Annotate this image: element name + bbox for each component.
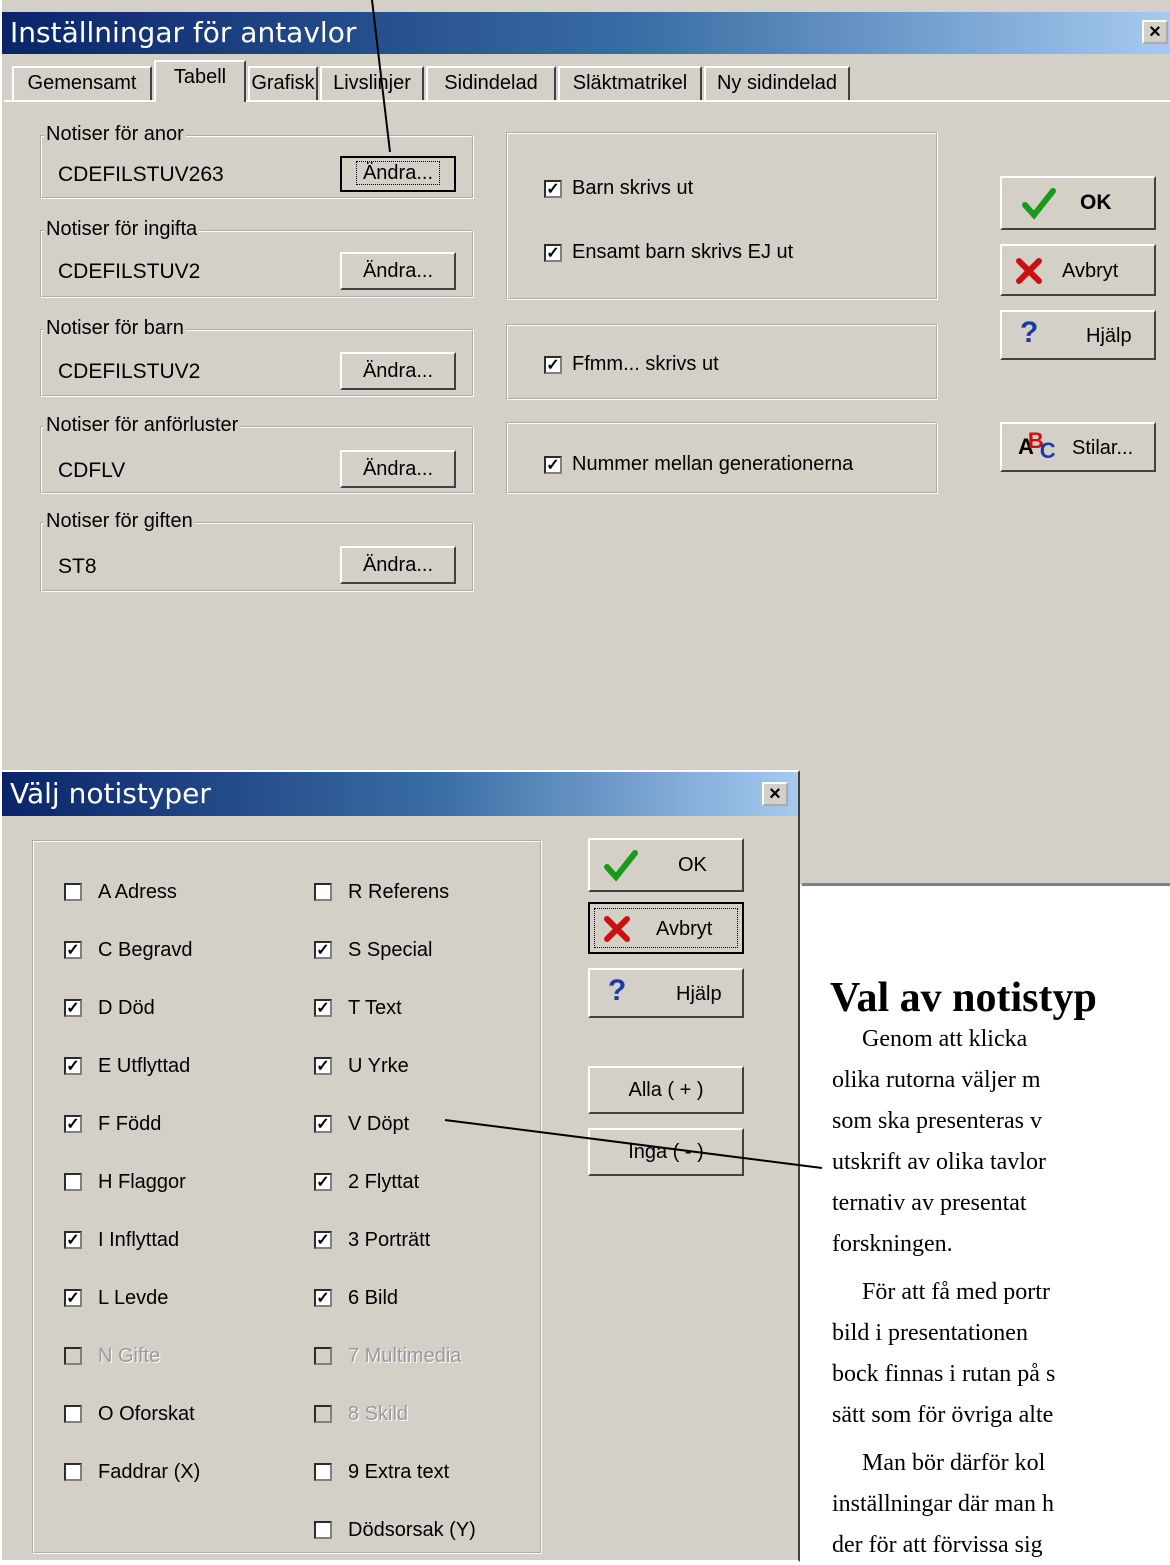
article-line: Man bör därför kol bbox=[862, 1450, 1046, 1476]
note-type-checkbox bbox=[314, 1347, 332, 1365]
note-type-checkbox[interactable] bbox=[314, 883, 332, 901]
note-type-checkbox[interactable]: ✓ bbox=[64, 1289, 82, 1307]
checkbox-ensamt-barn[interactable]: ✓ bbox=[544, 244, 562, 262]
group-label: Notiser för giften bbox=[44, 510, 195, 532]
styles-button[interactable]: ABC Stilar... bbox=[1000, 422, 1156, 472]
pointer-line-top bbox=[371, 0, 391, 153]
group-label: Notiser för ingifta bbox=[44, 218, 200, 240]
group-label: Notiser för barn bbox=[44, 317, 186, 339]
note-type-label: A Adress bbox=[98, 881, 177, 903]
group-barn: Notiser för barn CDEFILSTUV2 Ändra... bbox=[40, 317, 474, 397]
group-value: CDEFILSTUV2 bbox=[58, 360, 201, 383]
note-type-checkbox[interactable] bbox=[314, 1521, 332, 1539]
dialog-ok-button[interactable]: OK bbox=[588, 838, 744, 892]
note-type-checkbox[interactable] bbox=[64, 883, 82, 901]
styles-icon: ABC bbox=[1018, 428, 1056, 463]
note-type-label: S Special bbox=[348, 939, 433, 961]
note-type-label: 6 Bild bbox=[348, 1287, 399, 1309]
note-type-label: R Referens bbox=[348, 881, 450, 903]
note-type-checkbox[interactable]: ✓ bbox=[314, 1231, 332, 1249]
group-giften: Notiser för giften ST8 Ändra... bbox=[40, 510, 474, 592]
x-icon bbox=[1016, 258, 1042, 284]
change-anforluster-button[interactable]: Ändra... bbox=[340, 450, 456, 488]
note-type-checkbox[interactable]: ✓ bbox=[314, 941, 332, 959]
article-line: olika rutorna väljer m bbox=[832, 1067, 1041, 1093]
x-icon bbox=[604, 916, 630, 942]
note-type-label: E Utflyttad bbox=[98, 1055, 191, 1077]
question-icon: ? bbox=[608, 974, 627, 1007]
question-icon: ? bbox=[1020, 316, 1039, 349]
article-line: För att få med portr bbox=[862, 1279, 1050, 1305]
ffmm-frame: ✓ Ffmm... skrivs ut bbox=[506, 324, 938, 400]
note-type-label: C Begravd bbox=[98, 939, 193, 961]
pointer-line-bottom bbox=[444, 1119, 823, 1169]
group-ingifta: Notiser för ingifta CDEFILSTUV2 Ändra... bbox=[40, 218, 474, 298]
note-type-label: N Gifte bbox=[98, 1345, 161, 1367]
note-type-label: 7 Multimedia bbox=[348, 1345, 462, 1367]
checkbox-label: Ensamt barn skrivs EJ ut bbox=[572, 241, 794, 263]
note-type-label: 3 Porträtt bbox=[348, 1229, 431, 1251]
article-region: Val av notistyp Genom att klicka olika ru… bbox=[802, 883, 1170, 1565]
note-type-label: U Yrke bbox=[348, 1055, 409, 1077]
checkbox-nummer[interactable]: ✓ bbox=[544, 456, 562, 474]
article-line: Genom att klicka bbox=[862, 1026, 1028, 1052]
change-ingifta-button[interactable]: Ändra... bbox=[340, 252, 456, 290]
dialog-cancel-button[interactable]: Avbryt bbox=[588, 902, 744, 954]
dialog-help-button[interactable]: ? Hjälp bbox=[588, 968, 744, 1018]
note-type-checkbox bbox=[314, 1405, 332, 1423]
note-type-label: T Text bbox=[348, 997, 402, 1019]
note-type-checkbox[interactable] bbox=[314, 1463, 332, 1481]
checkbox-label: Ffmm... skrivs ut bbox=[572, 353, 719, 375]
check-icon bbox=[604, 850, 638, 882]
generation-number-frame: ✓ Nummer mellan generationerna bbox=[506, 422, 938, 494]
article-heading: Val av notistyp bbox=[830, 975, 1097, 1021]
checkbox-label: Nummer mellan generationerna bbox=[572, 453, 854, 475]
dialog-close-button[interactable]: × bbox=[762, 782, 788, 806]
group-label: Notiser för anförluster bbox=[44, 414, 241, 436]
article-line: sätt som för övriga alte bbox=[832, 1402, 1054, 1428]
checkbox-ffmm[interactable]: ✓ bbox=[544, 356, 562, 374]
help-button[interactable]: ? Hjälp bbox=[1000, 310, 1156, 360]
note-type-label: Faddrar (X) bbox=[98, 1461, 201, 1483]
note-type-checkbox[interactable]: ✓ bbox=[64, 1057, 82, 1075]
note-type-checkbox[interactable]: ✓ bbox=[314, 1289, 332, 1307]
change-barn-button[interactable]: Ändra... bbox=[340, 352, 456, 390]
note-type-checkbox[interactable]: ✓ bbox=[64, 999, 82, 1017]
note-type-label: D Död bbox=[98, 997, 155, 1019]
note-type-checkbox[interactable]: ✓ bbox=[64, 941, 82, 959]
dialog-title: Välj notistyper bbox=[10, 777, 211, 810]
note-type-label: Dödsorsak (Y) bbox=[348, 1519, 476, 1541]
dialog-titlebar: Välj notistyper bbox=[2, 772, 798, 816]
note-type-checkbox[interactable]: ✓ bbox=[314, 999, 332, 1017]
article-line: der för att förvissa sig bbox=[832, 1532, 1043, 1558]
note-type-label: 8 Skild bbox=[348, 1403, 409, 1425]
tab-panel-tabell: Notiser för anor CDEFILSTUV263 Ändra... … bbox=[4, 100, 1170, 887]
note-type-label: L Levde bbox=[98, 1287, 169, 1309]
note-type-label: I Inflyttad bbox=[98, 1229, 180, 1251]
note-type-checkbox bbox=[64, 1347, 82, 1365]
note-type-label: 9 Extra text bbox=[348, 1461, 450, 1483]
group-value: CDFLV bbox=[58, 459, 126, 482]
note-type-checkbox[interactable] bbox=[64, 1463, 82, 1481]
note-type-checkbox[interactable]: ✓ bbox=[314, 1057, 332, 1075]
note-type-checkbox[interactable]: ✓ bbox=[64, 1231, 82, 1249]
group-value: ST8 bbox=[58, 555, 97, 578]
note-type-checkbox[interactable] bbox=[64, 1405, 82, 1423]
article-line: inställningar där man h bbox=[832, 1491, 1054, 1517]
article-line: forskningen. bbox=[832, 1231, 953, 1257]
article-line: bild i presentationen bbox=[832, 1320, 1028, 1346]
note-type-label: O Oforskat bbox=[98, 1403, 195, 1425]
article-line: bock finnas i rutan på s bbox=[832, 1361, 1056, 1387]
cancel-button[interactable]: Avbryt bbox=[1000, 244, 1156, 296]
change-giften-button[interactable]: Ändra... bbox=[340, 546, 456, 584]
group-anforluster: Notiser för anförluster CDFLV Ändra... bbox=[40, 414, 474, 494]
group-value: CDEFILSTUV2 bbox=[58, 260, 201, 283]
